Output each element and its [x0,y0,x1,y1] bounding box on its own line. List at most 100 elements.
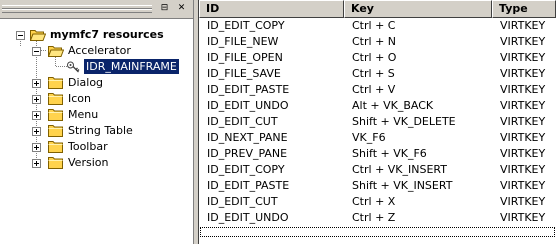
table-row[interactable]: ID_EDIT_COPY Ctrl + C VIRTKEY [199,18,556,34]
tree-item-toolbar[interactable]: Toolbar [0,139,193,155]
cell-id: ID_EDIT_COPY [207,163,285,176]
table-row[interactable]: ID_EDIT_UNDO Ctrl + Z VIRTKEY [199,210,556,226]
table-row[interactable]: ID_EDIT_CUT Ctrl + X VIRTKEY [199,194,556,210]
tree-item-label: Accelerator [68,44,131,57]
table-row[interactable]: ID_EDIT_COPY Ctrl + VK_INSERT VIRTKEY [199,162,556,178]
tree-item-label: Dialog [68,76,104,89]
folder-icon [48,125,63,137]
cell-key: Ctrl + O [352,51,397,64]
cell-key: Ctrl + Z [352,211,396,224]
accelerator-key-icon [67,61,80,73]
table-row[interactable]: ID_FILE_SAVE Ctrl + S VIRTKEY [199,66,556,82]
cell-key: Shift + VK_INSERT [352,179,453,192]
cell-id: ID_FILE_NEW [207,35,279,48]
cell-id: ID_EDIT_CUT [207,115,278,128]
cell-type: VIRTKEY [500,131,546,144]
table-row[interactable]: ID_PREV_PANE Shift + VK_F6 VIRTKEY [199,146,556,162]
collapse-icon[interactable] [32,47,41,56]
table-row[interactable]: ID_EDIT_UNDO Alt + VK_BACK VIRTKEY [199,98,556,114]
expand-icon[interactable] [32,127,41,136]
cell-type: VIRTKEY [500,51,546,64]
tree-item-label: Menu [68,108,99,121]
cell-id: ID_EDIT_CUT [207,195,278,208]
cell-id: ID_EDIT_UNDO [207,211,289,224]
table-row[interactable]: ID_EDIT_PASTE Ctrl + V VIRTKEY [199,82,556,98]
cell-id: ID_NEXT_PANE [207,131,288,144]
cell-key: Ctrl + X [352,195,396,208]
table-row[interactable]: ID_FILE_NEW Ctrl + N VIRTKEY [199,34,556,50]
cell-key: Ctrl + VK_INSERT [352,163,447,176]
table-row[interactable]: ID_EDIT_PASTE Shift + VK_INSERT VIRTKEY [199,178,556,194]
cell-type: VIRTKEY [500,35,546,48]
folder-icon [48,77,63,89]
cell-type: VIRTKEY [500,83,546,96]
tree-root-label: mymfc7 resources [50,28,164,41]
cell-key: Ctrl + V [352,83,396,96]
cell-id: ID_FILE_OPEN [207,51,283,64]
cell-id: ID_EDIT_PASTE [207,83,290,96]
column-header-type[interactable]: Type [492,0,556,18]
tree-item-label: String Table [68,124,133,137]
collapse-icon[interactable] [16,31,25,40]
cell-key: Shift + VK_F6 [352,147,427,160]
cell-key: VK_F6 [352,131,386,144]
cell-id: ID_EDIT_COPY [207,19,285,32]
expand-icon[interactable] [32,111,41,120]
resource-editor-window: ⊟ ✕ mymfc7 resources Accelerator IDR_MAI… [0,0,556,244]
cell-type: VIRTKEY [500,67,546,80]
tree-item-string-table[interactable]: String Table [0,123,193,139]
pane-titlebar[interactable]: ⊟ ✕ [0,0,193,19]
cell-id: ID_EDIT_PASTE [207,179,290,192]
cell-type: VIRTKEY [500,99,546,112]
tree-item-label: Toolbar [68,140,108,153]
cell-type: VIRTKEY [500,163,546,176]
folder-icon [48,157,63,169]
cell-id: ID_PREV_PANE [207,147,288,160]
cell-key: Shift + VK_DELETE [352,115,456,128]
pin-button[interactable]: ⊟ [159,3,170,14]
folder-icon [48,93,63,105]
tree-item-label: Version [68,156,109,169]
table-row[interactable]: ID_EDIT_CUT Shift + VK_DELETE VIRTKEY [199,114,556,130]
expand-icon[interactable] [32,79,41,88]
tree-item-label: Icon [68,92,91,105]
column-header-id[interactable]: ID [199,0,344,18]
tree-item-dialog[interactable]: Dialog [0,75,193,91]
table-row[interactable]: ID_FILE_OPEN Ctrl + O VIRTKEY [199,50,556,66]
open-folder-icon [30,30,46,41]
cell-type: VIRTKEY [500,195,546,208]
close-button[interactable]: ✕ [176,3,187,14]
cell-key: Alt + VK_BACK [352,99,434,112]
cell-key: Ctrl + C [352,19,396,32]
cell-key: Ctrl + S [352,67,395,80]
tree-item-idr-mainframe[interactable]: IDR_MAINFRAME [0,59,193,75]
tree-item-menu[interactable]: Menu [0,107,193,123]
tree-item-label-selected: IDR_MAINFRAME [84,59,179,74]
list-header: ID Key Type [199,0,556,18]
pane-grip[interactable] [2,9,152,13]
tree-item-accelerator[interactable]: Accelerator [0,43,193,59]
open-folder-icon [48,46,64,57]
cell-key: Ctrl + N [352,35,397,48]
folder-icon [48,141,63,153]
cell-id: ID_FILE_SAVE [207,67,281,80]
expand-icon[interactable] [32,95,41,104]
resource-view-pane: ⊟ ✕ mymfc7 resources Accelerator IDR_MAI… [0,0,194,244]
tree-item-version[interactable]: Version [0,155,193,171]
cell-id: ID_EDIT_UNDO [207,99,289,112]
accelerator-table-pane: ID Key Type ID_EDIT_COPY Ctrl + C VIRTKEY I… [198,0,556,244]
expand-icon[interactable] [32,143,41,152]
table-row[interactable]: ID_NEXT_PANE VK_F6 VIRTKEY [199,130,556,146]
cell-type: VIRTKEY [500,147,546,160]
tree-item-icon[interactable]: Icon [0,91,193,107]
column-header-key[interactable]: Key [344,0,492,18]
cell-type: VIRTKEY [500,115,546,128]
cell-type: VIRTKEY [500,179,546,192]
cell-type: VIRTKEY [500,211,546,224]
new-accelerator-row[interactable] [200,227,555,237]
cell-type: VIRTKEY [500,19,546,32]
tree-item-root[interactable]: mymfc7 resources [0,27,193,43]
folder-icon [48,109,63,121]
expand-icon[interactable] [32,159,41,168]
resource-tree: mymfc7 resources Accelerator IDR_MAINFRA… [0,19,193,244]
